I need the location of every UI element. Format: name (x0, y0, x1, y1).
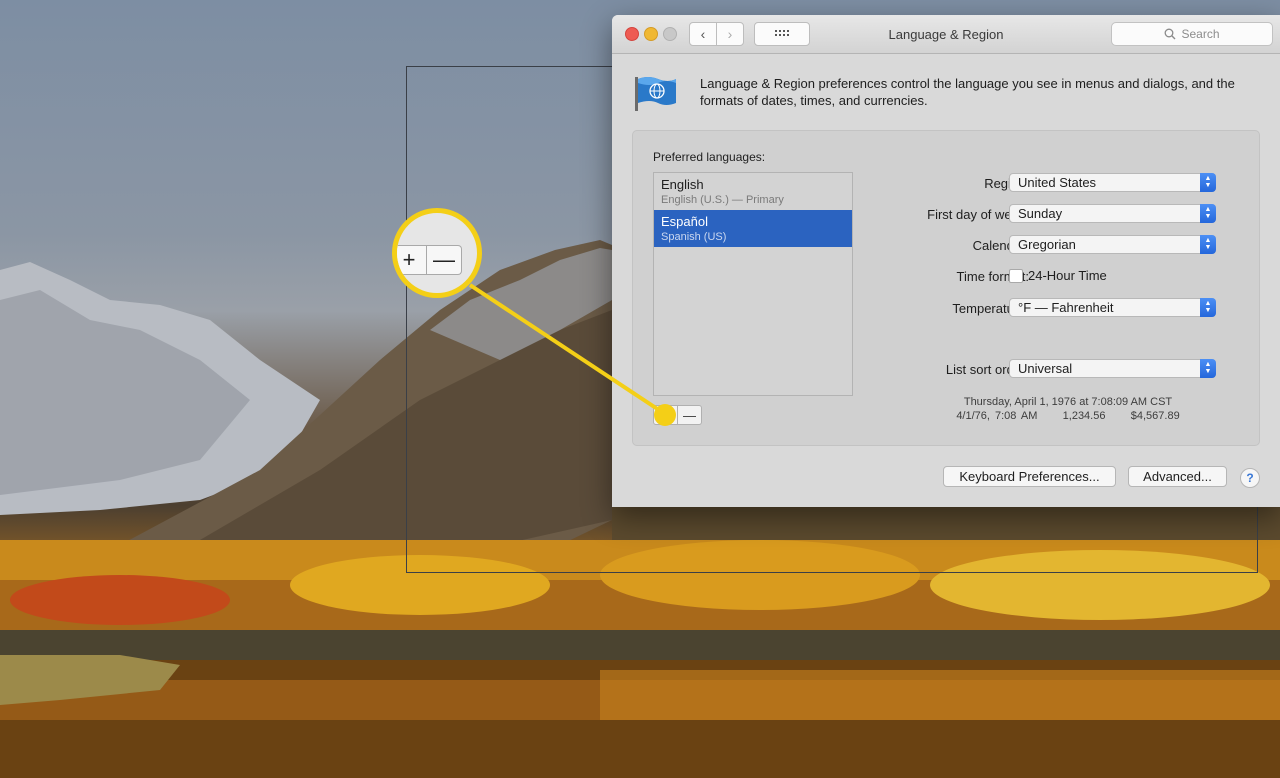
magnified-remove-button: — (427, 245, 462, 275)
callout-magnifier: + — (392, 208, 482, 298)
magnified-add-remove: + — (397, 245, 462, 275)
magnified-add-button: + (397, 245, 427, 275)
callout-line (468, 283, 664, 414)
callout-dot (654, 404, 676, 426)
